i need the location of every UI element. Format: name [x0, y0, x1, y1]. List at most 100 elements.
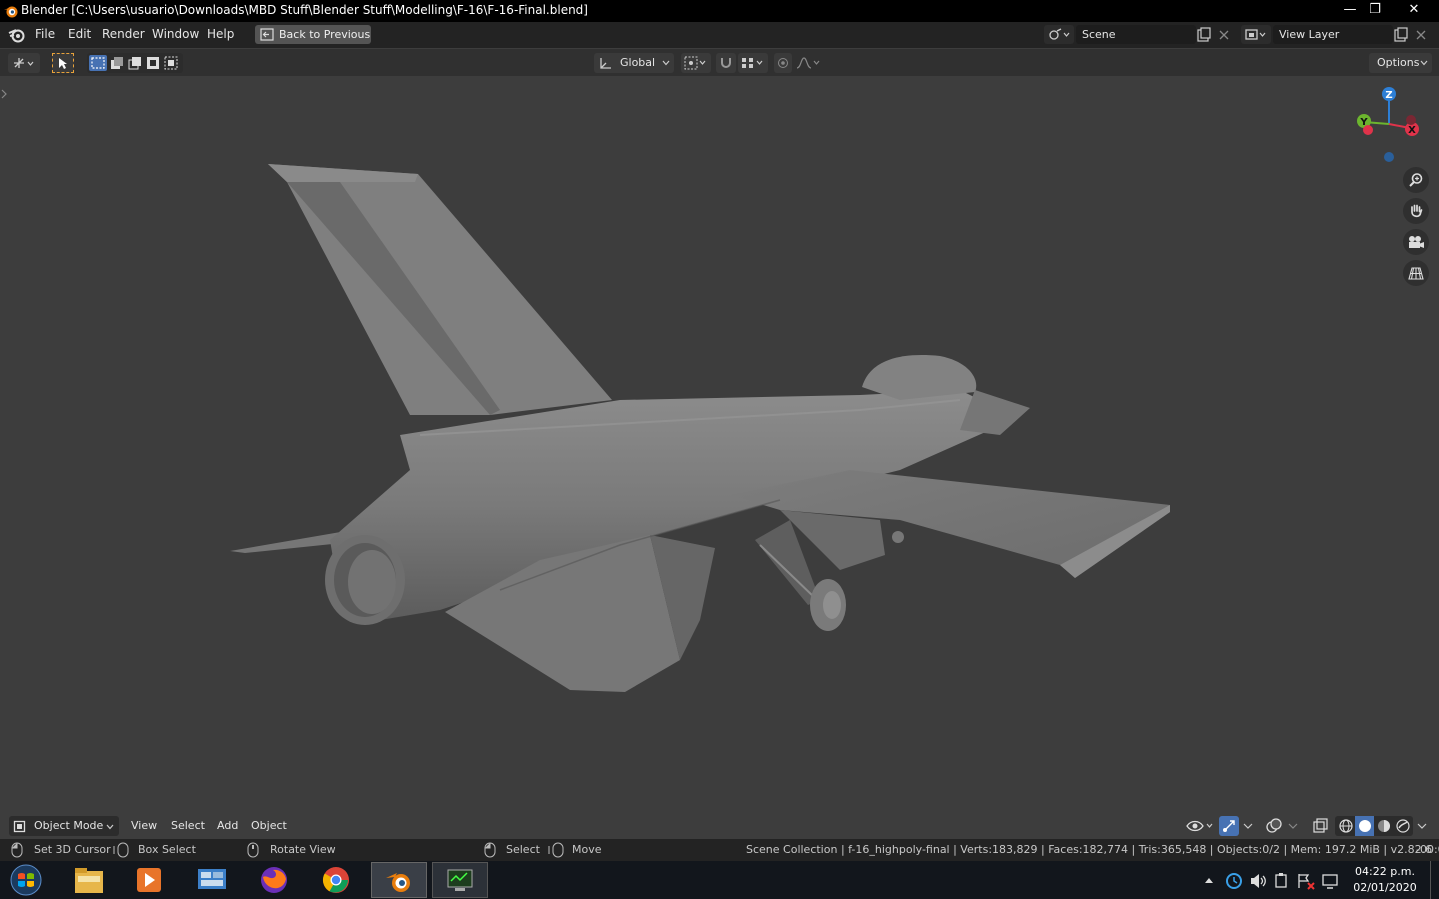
maximize-button[interactable]: ❐ — [1360, 0, 1390, 20]
window-title-bar: Blender [C:\Users\usuario\Downloads\MBD … — [0, 0, 1439, 22]
select-extend-icon[interactable] — [109, 55, 125, 71]
mouse-drag-icon — [113, 842, 129, 858]
chevron-down-icon[interactable] — [1288, 823, 1298, 829]
proportional-icon — [778, 58, 788, 68]
wireframe-shading-icon[interactable] — [1338, 818, 1354, 834]
select-set-icon[interactable] — [89, 55, 107, 71]
rendered-shading-icon[interactable] — [1395, 818, 1411, 834]
mouse-left-icon — [11, 842, 23, 858]
status-set-3d-cursor: Set 3D Cursor — [34, 843, 111, 856]
camera-icon — [1409, 236, 1424, 248]
close-button[interactable]: ✕ — [1391, 0, 1437, 20]
perspective-toggle-button[interactable] — [1403, 260, 1429, 286]
proportional-editing-toggle[interactable] — [774, 53, 792, 73]
taskbar-chrome[interactable] — [309, 862, 365, 898]
media-player-icon — [137, 868, 161, 892]
menu-render[interactable]: Render — [102, 27, 145, 41]
taskbar-firefox[interactable] — [247, 862, 303, 898]
scene-name: Scene — [1082, 28, 1116, 41]
object-mode-dropdown[interactable]: Object Mode — [9, 816, 119, 836]
taskbar-blender[interactable] — [371, 862, 427, 898]
tray-expand-icon[interactable] — [1204, 876, 1214, 884]
folder-icon — [75, 868, 103, 893]
gizmo-z-label: Z — [1385, 90, 1392, 101]
chevron-down-icon[interactable] — [1243, 823, 1253, 829]
menu-view[interactable]: View — [131, 819, 157, 832]
chrome-icon — [322, 867, 349, 893]
view-layer-name-field[interactable]: View Layer — [1273, 25, 1393, 44]
f16-aircraft-model[interactable] — [0, 76, 1439, 838]
start-button[interactable] — [4, 862, 48, 898]
menu-edit[interactable]: Edit — [68, 27, 91, 41]
taskbar-control-panel[interactable] — [185, 862, 241, 898]
3d-viewport[interactable]: Z Y X — [0, 76, 1439, 838]
tool-select-button[interactable] — [52, 53, 74, 73]
menu-file[interactable]: File — [35, 27, 55, 41]
clock-date: 02/01/2020 — [1353, 881, 1417, 894]
new-view-layer-icon[interactable] — [1393, 27, 1409, 43]
menu-help[interactable]: Help — [207, 27, 234, 41]
remove-scene-icon[interactable] — [1218, 29, 1230, 41]
back-to-previous-button[interactable]: Back to Previous — [255, 25, 371, 44]
navigation-gizmo[interactable]: Z Y X — [1350, 84, 1430, 166]
select-intersect-icon[interactable] — [163, 55, 179, 71]
gizmo-x-label: X — [1408, 125, 1416, 136]
camera-view-button[interactable] — [1403, 229, 1429, 255]
windows-start-icon — [10, 864, 42, 896]
usb-tray-icon[interactable] — [1272, 872, 1290, 890]
volume-icon[interactable] — [1249, 872, 1267, 890]
proportional-falloff-dropdown[interactable] — [794, 53, 824, 73]
menu-select[interactable]: Select — [171, 819, 205, 832]
snap-toggle[interactable] — [716, 53, 736, 73]
solid-shading-icon — [1359, 820, 1371, 832]
pan-view-button[interactable] — [1403, 198, 1429, 224]
material-shading-icon[interactable] — [1376, 818, 1392, 834]
pivot-point-dropdown[interactable] — [681, 53, 711, 73]
chevron-down-icon — [106, 824, 114, 830]
scene-name-field[interactable]: Scene — [1076, 25, 1196, 44]
status-box-select: Box Select — [138, 843, 196, 856]
scene-statistics: Scene Collection | f-16_highpoly-final |… — [746, 843, 1433, 856]
chevron-down-icon[interactable] — [1417, 823, 1427, 829]
select-subtract-icon[interactable] — [127, 55, 143, 71]
gizmo-y-label: Y — [1359, 117, 1368, 128]
taskbar-media-player[interactable] — [122, 862, 178, 898]
scene-browse-button[interactable] — [1044, 25, 1074, 44]
network-icon[interactable] — [1320, 872, 1340, 890]
mouse-middle-icon — [247, 842, 259, 858]
transform-orientation-dropdown[interactable]: Global — [594, 53, 674, 73]
show-desktop-button[interactable] — [1430, 861, 1439, 899]
blender-menu-icon[interactable] — [8, 26, 26, 44]
back-icon — [260, 28, 274, 41]
solid-shading-button[interactable] — [1355, 816, 1374, 836]
visibility-dropdown[interactable] — [1183, 816, 1215, 836]
menu-object[interactable]: Object — [251, 819, 287, 832]
options-dropdown[interactable]: Options — [1369, 53, 1432, 73]
menu-add[interactable]: Add — [217, 819, 238, 832]
magnifier-icon — [1409, 173, 1423, 187]
zoom-view-button[interactable] — [1403, 167, 1429, 193]
new-scene-icon[interactable] — [1196, 27, 1212, 43]
snap-element-dropdown[interactable] — [738, 53, 768, 73]
menu-window[interactable]: Window — [152, 27, 199, 41]
sync-tray-icon[interactable] — [1225, 872, 1243, 890]
scene-icon — [1049, 28, 1070, 40]
magnet-icon — [721, 58, 731, 68]
remove-view-layer-icon[interactable] — [1415, 29, 1427, 41]
options-label: Options — [1377, 56, 1420, 69]
select-invert-icon[interactable] — [145, 55, 161, 71]
clock-time: 04:22 p.m. — [1355, 865, 1415, 878]
taskbar-explorer[interactable] — [61, 862, 117, 898]
action-center-flag-icon[interactable] — [1296, 872, 1316, 890]
monitor-app-icon — [447, 869, 473, 891]
taskbar-task-manager[interactable] — [432, 862, 488, 898]
falloff-curve-icon — [796, 57, 820, 69]
view-layer-browse-button[interactable] — [1241, 25, 1271, 44]
selection-mode-group — [87, 53, 183, 73]
show-gizmo-toggle[interactable] — [1219, 816, 1239, 836]
editor-type-button[interactable] — [8, 53, 40, 73]
clock[interactable]: 04:22 p.m. 02/01/2020 — [1346, 865, 1424, 897]
view-layer-name: View Layer — [1279, 28, 1340, 41]
xray-toggle[interactable] — [1310, 816, 1330, 836]
show-overlays-toggle[interactable] — [1264, 816, 1284, 836]
